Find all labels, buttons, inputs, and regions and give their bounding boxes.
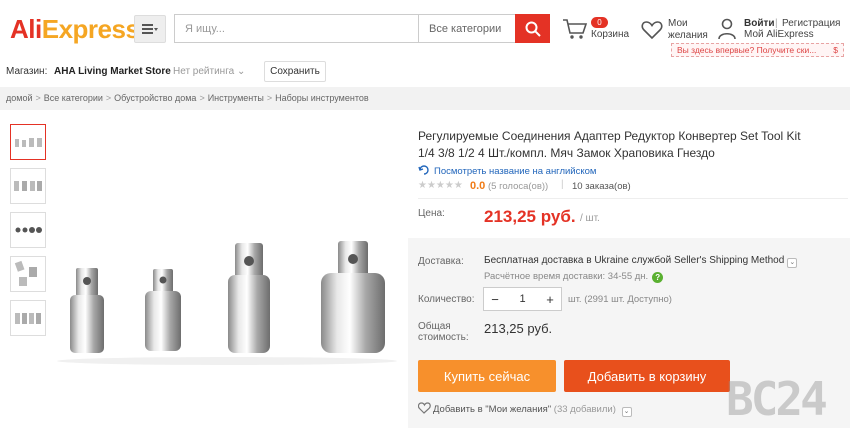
quantity-stepper: − 1 +	[483, 287, 562, 311]
delivery-estimate: Расчётное время доставки: 34-55 дн.?	[484, 271, 664, 283]
cart-link[interactable]: Корзина	[591, 29, 629, 40]
save-store-button[interactable]: Сохранить	[264, 61, 326, 82]
watermark: BC24	[726, 372, 828, 426]
login-separator: |	[775, 18, 778, 29]
total-price: 213,25 руб.	[484, 321, 553, 336]
price-per-unit: / шт.	[580, 213, 600, 224]
wishlist-label-line1: Мои	[668, 18, 688, 29]
thumbnail-1[interactable]	[10, 124, 46, 160]
shipping-label: Доставка:	[418, 256, 464, 267]
search-icon	[525, 21, 541, 37]
hamburger-icon	[142, 24, 158, 34]
store-rating: Нет рейтинга ⌄	[173, 66, 245, 77]
rating-score: 0.0	[470, 180, 486, 192]
breadcrumb-tool-sets[interactable]: Наборы инструментов	[275, 93, 369, 103]
wishlist-link[interactable]: Мои желания	[668, 18, 708, 42]
thumbnail-5[interactable]	[10, 300, 46, 336]
orders-count: 10 заказа(ов)	[572, 181, 631, 192]
total-label: Общая стоимость:	[418, 321, 469, 343]
breadcrumb-home-improvement[interactable]: Обустройство дома	[114, 93, 196, 103]
logo-text-accent: Express	[41, 14, 140, 44]
store-label: Магазин:	[6, 66, 48, 77]
rating-stars: ★★★★★	[418, 180, 463, 191]
chevron-down-icon: ⌄	[787, 258, 798, 268]
quantity-label: Количество:	[418, 294, 475, 305]
logo-text: Ali	[10, 14, 42, 44]
product-main-image[interactable]	[52, 123, 404, 428]
quantity-input[interactable]: 1	[506, 293, 539, 305]
price-label: Цена:	[418, 208, 445, 219]
divider	[418, 198, 848, 199]
wishlist-label-line2: желания	[668, 30, 708, 41]
buy-now-button[interactable]: Купить сейчас	[418, 360, 556, 392]
breadcrumb: домой > Все категории > Обустройство дома > Ин…	[6, 93, 369, 103]
store-name-link[interactable]: AHA Living Market Store	[54, 66, 171, 77]
shipping-method-select[interactable]: Бесплатная доставка в Ukraine службой Se…	[484, 255, 798, 268]
quantity-decrease-button[interactable]: −	[484, 292, 506, 307]
chevron-down-icon[interactable]: ⌄	[621, 407, 632, 417]
user-icon[interactable]	[717, 18, 737, 40]
total-label-line1: Общая	[418, 321, 451, 332]
cart-count-badge: 0	[591, 17, 608, 28]
total-label-line2: стоимость:	[418, 332, 469, 343]
aliexpress-logo[interactable]: AliExpress®	[10, 14, 146, 45]
breadcrumb-separator: >	[35, 93, 41, 103]
thumbnail-3[interactable]	[10, 212, 46, 248]
translate-title-link[interactable]: Посмотреть название на английском	[418, 164, 596, 177]
rating-votes-link[interactable]: (5 голоса(ов))	[488, 181, 548, 192]
dollar-icon: $	[833, 45, 838, 55]
breadcrumb-tools[interactable]: Инструменты	[208, 93, 264, 103]
cart-icon[interactable]	[562, 18, 588, 40]
thumbnail-4[interactable]	[10, 256, 46, 292]
thumbnail-2[interactable]	[10, 168, 46, 204]
chevron-down-icon: ⌄	[236, 66, 246, 77]
breadcrumb-separator: >	[199, 93, 205, 103]
quantity-available: шт. (2991 шт. Доступно)	[568, 294, 672, 305]
add-to-cart-button[interactable]: Добавить в корзину	[564, 360, 730, 392]
add-to-wishlist-link[interactable]: Добавить в "Мои желания" (33 добавили) ⌄	[418, 402, 632, 417]
product-title: Регулируемые Соединения Адаптер Редуктор…	[418, 129, 801, 160]
heart-plus-icon	[418, 402, 431, 414]
breadcrumb-all-categories[interactable]: Все категории	[44, 93, 103, 103]
help-icon[interactable]: ?	[652, 272, 664, 283]
heart-icon[interactable]	[641, 20, 663, 40]
search-button[interactable]	[515, 14, 550, 43]
breadcrumb-home[interactable]: домой	[6, 93, 32, 103]
product-price: 213,25 руб.	[484, 207, 576, 226]
promo-text: Вы здесь впервые? Получите ски...	[677, 45, 817, 55]
translate-link-text: Посмотреть название на английском	[434, 166, 597, 177]
quantity-increase-button[interactable]: +	[539, 292, 561, 307]
shipping-method-text: Бесплатная доставка в Ukraine службой Se…	[484, 255, 785, 266]
register-link[interactable]: Регистрация	[782, 18, 840, 29]
search-category-select[interactable]: Все категории	[418, 14, 516, 43]
breadcrumb-separator: >	[105, 93, 112, 103]
delivery-estimate-text: Расчётное время доставки: 34-55 дн.	[484, 271, 649, 282]
login-link[interactable]: Войти	[744, 18, 775, 29]
categories-menu-button[interactable]	[134, 15, 166, 43]
translate-icon	[418, 165, 429, 175]
breadcrumb-separator: >	[266, 93, 273, 103]
wishlist-add-text: Добавить в "Мои желания"	[433, 404, 552, 415]
my-aliexpress-link[interactable]: Мой AliExpress	[744, 29, 814, 40]
store-rating-text: Нет рейтинга	[173, 66, 235, 77]
new-user-promo-banner[interactable]: Вы здесь впервые? Получите ски... $	[671, 43, 844, 57]
wishlist-count: (33 добавили)	[553, 404, 616, 415]
rating-separator: |	[561, 179, 564, 190]
